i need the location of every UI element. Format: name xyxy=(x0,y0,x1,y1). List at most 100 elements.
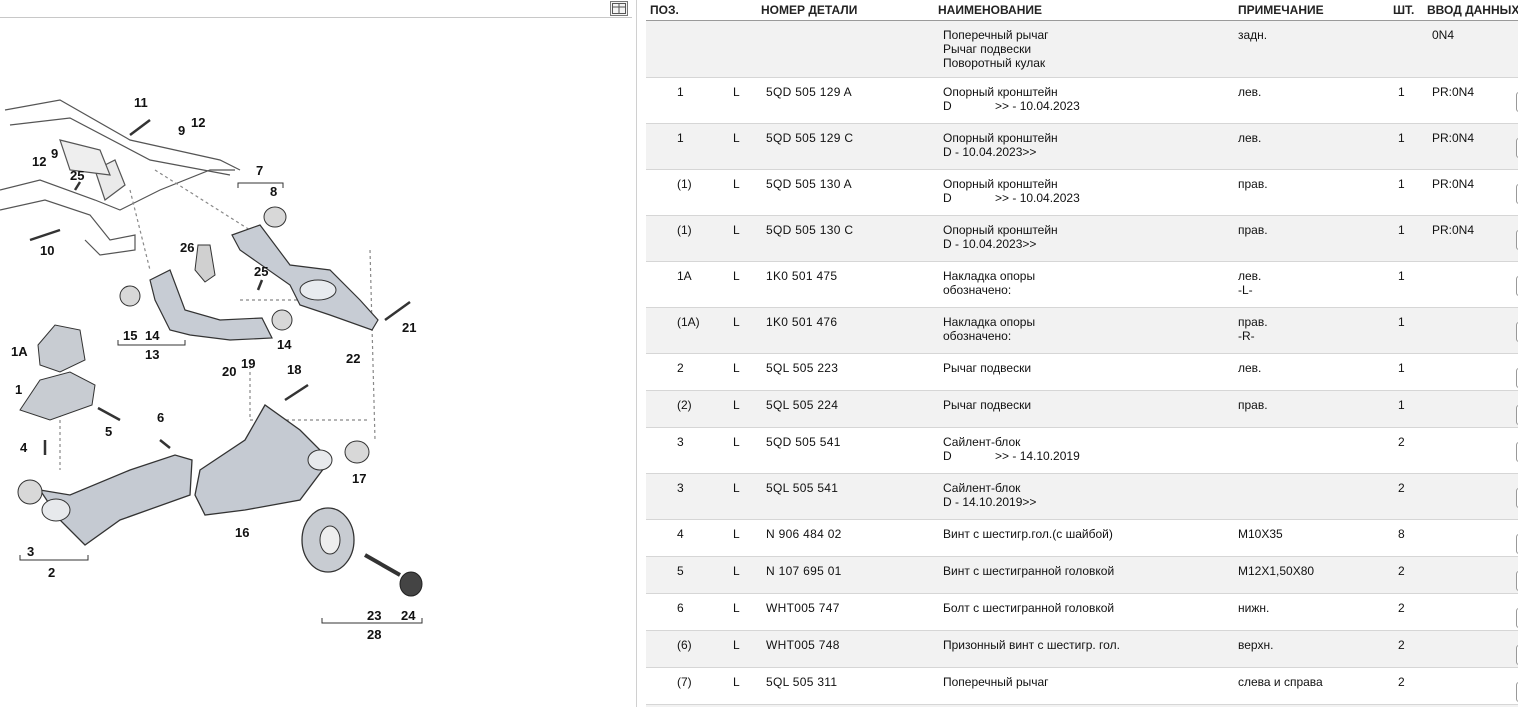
callout-label: 8 xyxy=(270,184,277,199)
row-part-number[interactable]: N 906 484 02 xyxy=(766,527,842,541)
row-input: PR:0N4 xyxy=(1432,177,1475,191)
row-qty: 1 xyxy=(1398,223,1405,237)
row-pos: 2 xyxy=(677,361,684,375)
row-part-number[interactable]: 1K0 501 475 xyxy=(766,269,837,283)
callout-label: 20 xyxy=(222,364,236,379)
row-qty: 1 xyxy=(1398,177,1405,191)
table-row[interactable]: 3 L 5QD 505 541 Сайлент-блок D >> - 14.10.2… xyxy=(646,428,1518,474)
callout-label: 2 xyxy=(48,565,55,580)
row-qty: 2 xyxy=(1398,564,1405,578)
header-pos[interactable]: ПОЗ. xyxy=(650,3,679,17)
row-part-number[interactable]: 5QL 505 223 xyxy=(766,361,838,375)
callout-label: 25 xyxy=(70,168,84,183)
row-part-number[interactable]: 5QL 505 311 xyxy=(766,675,837,689)
table-row[interactable]: 5 L N 107 695 01 Винт с шестигранной головк… xyxy=(646,557,1518,594)
callout-label: 23 xyxy=(367,608,381,623)
row-name: Рычаг подвески xyxy=(943,398,1032,412)
header-note[interactable]: ПРИМЕЧАНИЕ xyxy=(1238,3,1324,17)
row-part-number[interactable]: 5QD 505 130 A xyxy=(766,177,852,191)
row-qty: 1 xyxy=(1398,398,1405,412)
row-name: Опорный кронштейн D >> - 10.04.2023 xyxy=(943,85,1080,113)
row-l: L xyxy=(733,435,740,449)
row-part-number[interactable]: 1K0 501 476 xyxy=(766,315,837,329)
table-row[interactable]: (2) L 5QL 505 224 Рычаг подвески прав. 1 xyxy=(646,391,1518,428)
row-l: L xyxy=(733,85,740,99)
callout-label: 19 xyxy=(241,356,255,371)
row-l: L xyxy=(733,131,740,145)
row-qty: 1 xyxy=(1398,361,1405,375)
row-qty: 1 xyxy=(1398,131,1405,145)
row-pos: 6 xyxy=(677,601,684,615)
table-row[interactable]: (1A) L 1K0 501 476 Накладка опоры обозначен… xyxy=(646,308,1518,354)
row-qty: 2 xyxy=(1398,675,1405,689)
row-name: Болт с шестигранной головкой xyxy=(943,601,1115,615)
callout-label: 17 xyxy=(352,471,366,486)
callout-label: 6 xyxy=(157,410,164,425)
callout-label: 5 xyxy=(105,424,112,439)
table-row[interactable]: 2 L 5QL 505 223 Рычаг подвески лев. 1 xyxy=(646,354,1518,391)
callout-label: 9 xyxy=(178,123,185,138)
callout-label: 3 xyxy=(27,544,34,559)
row-part-number[interactable]: WHT005 748 xyxy=(766,638,840,652)
row-l: L xyxy=(733,638,740,652)
row-part-number[interactable]: 5QL 505 541 xyxy=(766,481,838,495)
callout-label: 1A xyxy=(11,344,28,359)
row-note: прав. xyxy=(1238,223,1268,237)
row-note: лев. xyxy=(1238,131,1262,145)
header-input[interactable]: ВВОД ДАННЫХ xyxy=(1427,3,1518,17)
table-row[interactable]: (1) L 5QD 505 130 A Опорный кронштейн D >> … xyxy=(646,170,1518,216)
row-pos: 3 xyxy=(677,435,684,449)
row-qty: 1 xyxy=(1398,85,1405,99)
header-part-number[interactable]: НОМЕР ДЕТАЛИ xyxy=(761,3,857,17)
split-view-icon[interactable] xyxy=(610,1,628,16)
table-row[interactable]: (1) L 5QD 505 130 C Опорный кронштейн D - 1… xyxy=(646,216,1518,262)
table-row[interactable]: 6 L WHT005 747 Болт с шестигранной головкой… xyxy=(646,594,1518,631)
row-part-number[interactable]: 5QL 505 224 xyxy=(766,398,838,412)
row-note: лев. xyxy=(1238,85,1262,99)
row-part-number[interactable]: 5QD 505 541 xyxy=(766,435,841,449)
row-note: прав. -R- xyxy=(1238,315,1268,343)
row-name: Винт с шестигранной головкой xyxy=(943,564,1115,578)
table-row-intro[interactable]: Поперечный рычаг Рычаг подвески Поворотн… xyxy=(646,21,1518,78)
callout-label: 12 xyxy=(191,115,205,130)
callout-label: 21 xyxy=(402,320,416,335)
table-header: ПОЗ. НОМЕР ДЕТАЛИ НАИМЕНОВАНИЕ ПРИМЕЧАНИ… xyxy=(646,0,1518,21)
row-qty: 2 xyxy=(1398,435,1405,449)
diagram-panel: 11 12 9 12 9 25 7 8 10 26 25 15 14 13 14… xyxy=(0,0,636,707)
row-pos: (6) xyxy=(677,638,692,652)
row-l: L xyxy=(733,601,740,615)
table-row[interactable]: 4 L N 906 484 02 Винт с шестигр.гол.(с шайб… xyxy=(646,520,1518,557)
row-note: M10X35 xyxy=(1238,527,1283,541)
row-note: прав. xyxy=(1238,177,1268,191)
header-qty[interactable]: ШТ. xyxy=(1393,3,1414,17)
header-name[interactable]: НАИМЕНОВАНИЕ xyxy=(938,3,1042,17)
row-pos: (1) xyxy=(677,177,692,191)
table-row[interactable]: 3 L 5QL 505 541 Сайлент-блок D - 14.10.2019… xyxy=(646,474,1518,520)
row-qty: 2 xyxy=(1398,481,1405,495)
row-l: L xyxy=(733,361,740,375)
row-input: PR:0N4 xyxy=(1432,223,1475,237)
row-note: лев. -L- xyxy=(1238,269,1262,297)
row-name: Сайлент-блок D >> - 14.10.2019 xyxy=(943,435,1080,463)
callout-label: 10 xyxy=(40,243,54,258)
parts-table: ПОЗ. НОМЕР ДЕТАЛИ НАИМЕНОВАНИЕ ПРИМЕЧАНИ… xyxy=(646,0,1518,707)
row-part-number[interactable]: 5QD 505 129 C xyxy=(766,131,853,145)
table-row[interactable]: (7) L 5QL 505 311 Поперечный рычаг слева и с… xyxy=(646,668,1518,705)
row-pos: (1) xyxy=(677,223,692,237)
table-row[interactable]: 1 L 5QD 505 129 A Опорный кронштейн D >> - … xyxy=(646,78,1518,124)
callout-label: 28 xyxy=(367,627,381,642)
table-row[interactable]: 1 L 5QD 505 129 C Опорный кронштейн D - 10.… xyxy=(646,124,1518,170)
callout-label: 16 xyxy=(235,525,249,540)
row-l: L xyxy=(733,223,740,237)
row-l: L xyxy=(733,269,740,283)
diagram-toolbar xyxy=(0,0,632,18)
callout-label: 14 xyxy=(145,328,160,343)
table-row[interactable]: 1A L 1K0 501 475 Накладка опоры обозначено:… xyxy=(646,262,1518,308)
table-row[interactable]: (6) L WHT005 748 Призонный винт с шестигр. … xyxy=(646,631,1518,668)
row-part-number[interactable]: WHT005 747 xyxy=(766,601,840,615)
row-part-number[interactable]: 5QD 505 130 C xyxy=(766,223,853,237)
row-part-number[interactable]: N 107 695 01 xyxy=(766,564,842,578)
row-qty: 1 xyxy=(1398,315,1405,329)
row-part-number[interactable]: 5QD 505 129 A xyxy=(766,85,852,99)
row-note: слева и справа xyxy=(1238,675,1323,689)
